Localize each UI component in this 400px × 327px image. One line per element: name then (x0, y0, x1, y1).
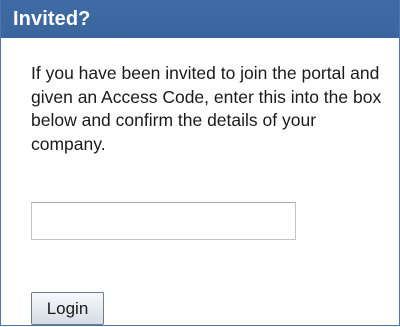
login-button[interactable]: Login (31, 292, 104, 325)
invited-panel: Invited? If you have been invited to joi… (0, 0, 400, 326)
panel-title: Invited? (1, 0, 399, 38)
intro-text: If you have been invited to join the por… (31, 63, 382, 154)
access-code-input[interactable] (31, 202, 296, 240)
